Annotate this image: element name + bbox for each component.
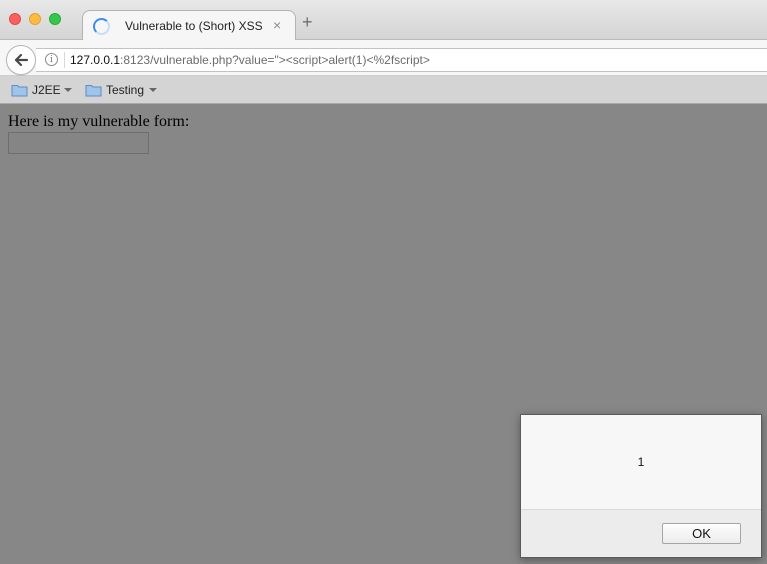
new-tab-button[interactable]: + bbox=[302, 13, 313, 31]
vulnerable-text-input[interactable] bbox=[8, 132, 149, 154]
bookmark-folder-j2ee[interactable]: J2EE bbox=[11, 82, 73, 98]
address-bar[interactable]: i 127.0.0.1:8123/vulnerable.php?value=">… bbox=[36, 48, 767, 72]
alert-message: 1 bbox=[637, 455, 645, 469]
url-separator bbox=[64, 52, 65, 68]
chevron-down-icon bbox=[64, 88, 72, 92]
bookmark-label: J2EE bbox=[32, 83, 61, 97]
alert-dialog: 1 OK bbox=[520, 414, 762, 558]
url-path: :8123/vulnerable.php?value="><script>ale… bbox=[120, 53, 430, 67]
bookmark-folder-testing[interactable]: Testing bbox=[85, 82, 159, 98]
navigation-bar: i 127.0.0.1:8123/vulnerable.php?value=">… bbox=[0, 40, 767, 76]
back-button[interactable] bbox=[6, 45, 36, 75]
bookmarks-bar: J2EE Testing bbox=[0, 76, 767, 104]
browser-tab[interactable]: Vulnerable to (Short) XSS × bbox=[82, 10, 296, 41]
form-heading: Here is my vulnerable form: bbox=[8, 113, 190, 130]
info-icon[interactable]: i bbox=[45, 53, 58, 66]
url-host: 127.0.0.1 bbox=[70, 53, 121, 67]
folder-icon bbox=[11, 85, 28, 97]
loading-spinner-icon bbox=[93, 18, 110, 35]
tab-title: Vulnerable to (Short) XSS bbox=[125, 19, 263, 33]
title-bar: Vulnerable to (Short) XSS × + bbox=[0, 0, 767, 41]
bookmark-label: Testing bbox=[106, 83, 145, 97]
minimize-window-button[interactable] bbox=[29, 13, 41, 25]
close-window-button[interactable] bbox=[9, 13, 21, 25]
alert-footer: OK bbox=[521, 509, 761, 557]
back-arrow-icon bbox=[14, 53, 29, 67]
ok-button[interactable]: OK bbox=[662, 523, 741, 544]
zoom-window-button[interactable] bbox=[49, 13, 61, 25]
url-text[interactable]: 127.0.0.1:8123/vulnerable.php?value="><s… bbox=[70, 53, 430, 67]
tab-close-icon[interactable]: × bbox=[273, 17, 281, 33]
chevron-down-icon bbox=[149, 88, 157, 92]
folder-icon bbox=[85, 85, 102, 97]
